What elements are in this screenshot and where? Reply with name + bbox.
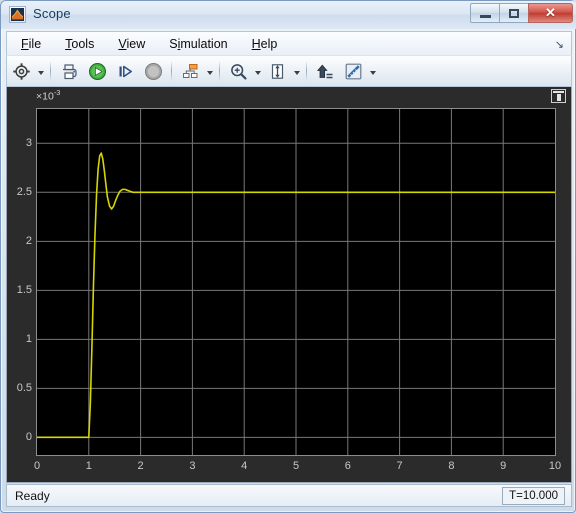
menu-item-view[interactable]: View	[108, 34, 155, 54]
configuration-dropdown-arrow-icon[interactable]	[35, 59, 46, 83]
toolbar-separator	[219, 61, 220, 81]
y-tick-label-3: 1.5	[16, 284, 32, 297]
plot-area[interactable]	[36, 108, 556, 456]
signal-plot	[37, 109, 555, 455]
title-bar: Scope ✕	[1, 1, 576, 29]
minimize-button[interactable]	[470, 3, 499, 23]
window-title: Scope	[33, 6, 71, 21]
scope-display: ×10-3 0 0.5 1 1.5 2 2.5 3 0 1 2 3 4 5 6 7 8 9 10	[6, 87, 572, 483]
toolbar-group-sim	[55, 56, 167, 86]
y-tick-label-5: 2.5	[16, 186, 32, 199]
layout-dropdown-arrow-icon[interactable]	[204, 59, 215, 83]
x-tick-label-0: 0	[33, 460, 41, 472]
menu-expand-icon[interactable]: ↘	[555, 38, 564, 51]
autoscale-dropdown-arrow-icon[interactable]	[291, 59, 302, 83]
menu-item-help[interactable]: Help	[242, 34, 288, 54]
status-simulation-time: T=10.000	[502, 487, 565, 505]
status-bar: Ready T=10.000	[6, 484, 572, 507]
toolbar-separator	[171, 61, 172, 81]
y-axis-ticks: 0 0.5 1 1.5 2 2.5 3	[7, 108, 34, 456]
zoom-dropdown-arrow-icon[interactable]	[252, 59, 263, 83]
stop-icon[interactable]	[140, 58, 166, 84]
y-tick-label-1: 0.5	[16, 382, 32, 395]
x-tick-label-2: 2	[137, 460, 144, 472]
toolbar-group-config	[7, 56, 46, 86]
maximize-button[interactable]	[499, 3, 528, 23]
x-tick-label-7: 7	[396, 460, 403, 472]
y-axis-exponent-label: ×10-3	[36, 88, 60, 103]
x-tick-label-10: 10	[548, 460, 562, 472]
menu-item-tools[interactable]: Tools	[55, 34, 104, 54]
menu-bar: File Tools View Simulation Help ↘	[6, 31, 572, 55]
toolbar-separator	[306, 61, 307, 81]
x-tick-label-8: 8	[448, 460, 455, 472]
x-axis-ticks: 0 1 2 3 4 5 6 7 8 9 10	[33, 458, 562, 478]
toolbar-group-layout	[176, 56, 215, 86]
print-icon[interactable]	[56, 58, 82, 84]
window-controls: ✕	[470, 3, 573, 25]
autoscale-icon[interactable]	[264, 58, 290, 84]
y-tick-label-2: 1	[25, 333, 32, 346]
close-button[interactable]: ✕	[528, 3, 573, 23]
y-tick-label-6: 3	[25, 137, 32, 150]
legend-toggle-icon[interactable]	[551, 89, 566, 103]
maximize-icon	[509, 8, 519, 18]
measurements-dropdown-arrow-icon[interactable]	[367, 59, 378, 83]
legend-toggle-bar	[553, 91, 564, 93]
signal-selection-icon[interactable]	[312, 58, 338, 84]
toolbar-group-zoom	[224, 56, 302, 86]
x-tick-label-4: 4	[241, 460, 248, 472]
run-icon[interactable]	[84, 58, 110, 84]
x-tick-label-9: 9	[500, 460, 507, 472]
x-tick-label-3: 3	[189, 460, 196, 472]
scope-window: Scope ✕ File Tools View Simulation Help …	[0, 0, 576, 513]
y-tick-label-4: 2	[25, 235, 32, 248]
measurements-icon[interactable]	[340, 58, 366, 84]
minimize-icon	[479, 15, 491, 18]
menu-item-simulation[interactable]: Simulation	[159, 34, 237, 54]
exponent-base: ×10	[36, 90, 54, 103]
exponent-power: -3	[53, 88, 61, 97]
matlab-logo-icon	[9, 6, 26, 23]
layout-icon[interactable]	[177, 58, 203, 84]
legend-toggle-mark	[557, 94, 561, 101]
configuration-properties-icon[interactable]	[8, 58, 34, 84]
x-tick-label-1: 1	[85, 460, 92, 472]
x-tick-label-5: 5	[292, 460, 300, 472]
status-message: Ready	[15, 488, 50, 503]
menu-item-file[interactable]: File	[11, 34, 51, 54]
y-tick-label-0: 0	[25, 431, 32, 444]
toolbar	[6, 55, 572, 87]
toolbar-group-measure	[311, 56, 378, 86]
toolbar-separator	[50, 61, 51, 81]
zoom-in-icon[interactable]	[225, 58, 251, 84]
x-tick-label-6: 6	[344, 460, 351, 472]
step-forward-icon[interactable]	[112, 58, 138, 84]
